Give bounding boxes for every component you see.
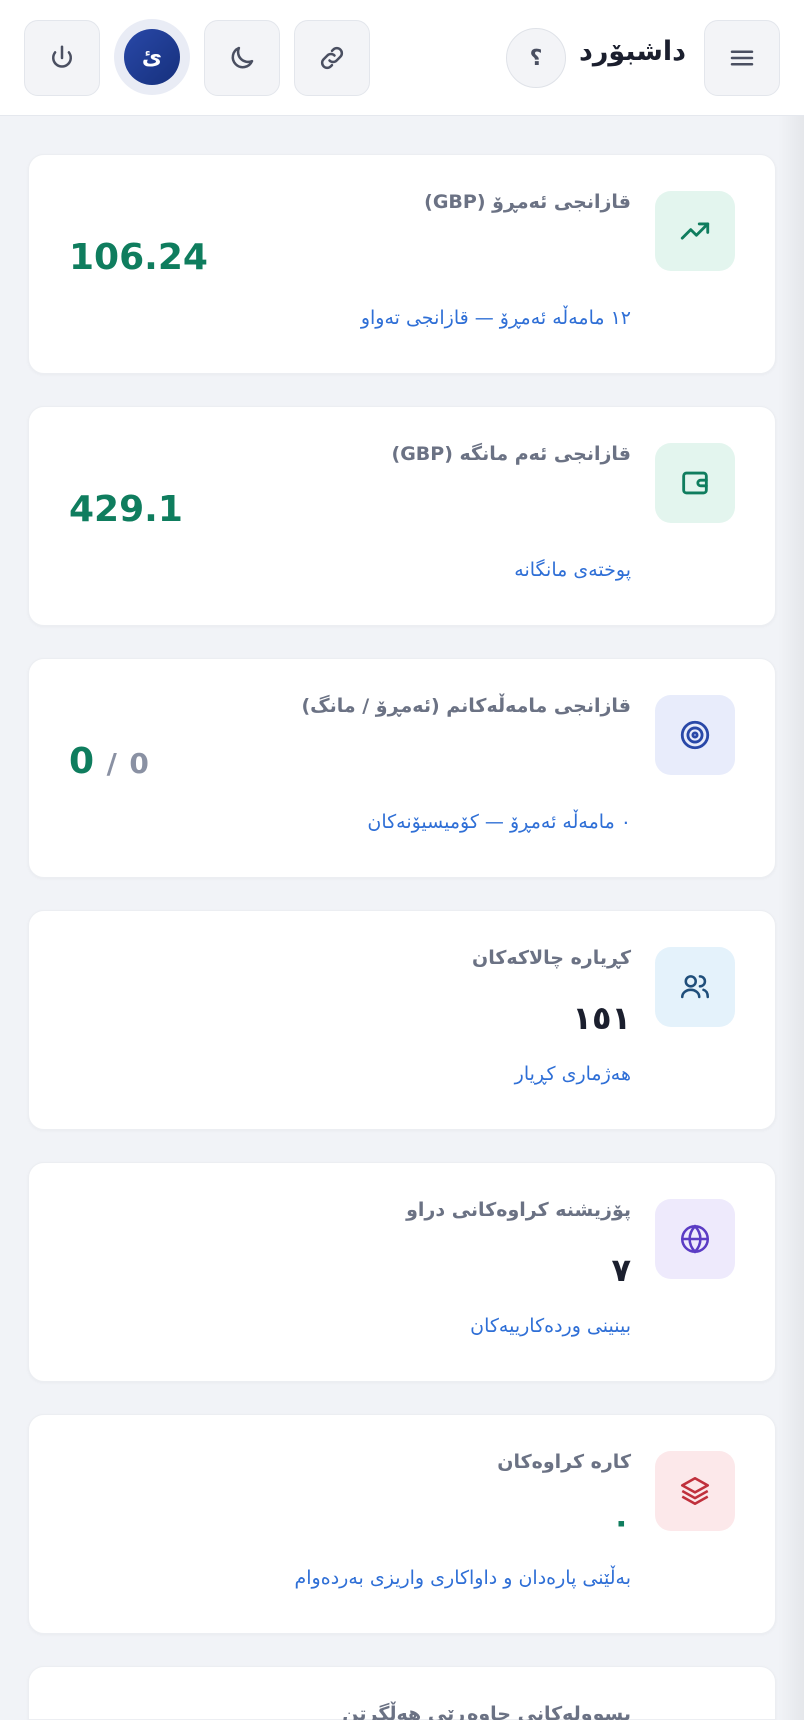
top-bar: ئ ؟ داشبۆرد bbox=[0, 0, 804, 116]
wallet-icon bbox=[682, 471, 708, 495]
help-button[interactable]: ؟ bbox=[506, 28, 566, 88]
layers-icon bbox=[680, 1476, 710, 1506]
card-link[interactable]: هەژماری کڕیار bbox=[71, 1063, 631, 1085]
trending-up-icon bbox=[680, 222, 710, 240]
card-icon-wrap bbox=[655, 695, 735, 775]
menu-button[interactable] bbox=[704, 20, 780, 96]
link-icon bbox=[320, 46, 344, 70]
stat-card-open-tasks: کارە کراوەکان ٠ بەڵێنی پارەدان و داواکار… bbox=[28, 1414, 776, 1634]
card-value-today: 0 bbox=[69, 741, 95, 782]
page-title: داشبۆرد bbox=[578, 36, 686, 67]
card-link[interactable]: ٠ مامەڵە ئەمڕۆ — کۆمیسیۆنەکان bbox=[71, 811, 631, 833]
stat-card-active-customers: کڕیارە چالاکەکان ١٥١ هەژماری کڕیار bbox=[28, 910, 776, 1130]
power-icon bbox=[52, 45, 72, 68]
card-icon-wrap bbox=[655, 1451, 735, 1531]
card-value: 0 / 0 bbox=[69, 741, 429, 782]
card-icon-wrap bbox=[655, 443, 735, 523]
card-title: پۆزیشنە کراوەکانی دراو bbox=[406, 1199, 631, 1221]
card-title: کارە کراوەکان bbox=[497, 1451, 631, 1473]
card-value-month: 0 bbox=[129, 747, 149, 780]
logout-button[interactable] bbox=[24, 20, 100, 96]
card-link[interactable]: پوختەی مانگانە bbox=[71, 559, 631, 581]
card-title: پسوولەکانی چاوەڕێی هەڵگرتن bbox=[342, 1703, 631, 1720]
avatar: ئ bbox=[124, 29, 180, 85]
theme-toggle-button[interactable] bbox=[204, 20, 280, 96]
target-icon bbox=[680, 720, 710, 750]
card-link[interactable]: ١٢ مامەڵە ئەمڕۆ — قازانجی تەواو bbox=[71, 307, 631, 329]
card-icon-wrap bbox=[655, 947, 735, 1027]
stat-card-profit-month: قازانجی ئەم مانگە (GBP) 429.1 پوختەی مان… bbox=[28, 406, 776, 626]
card-title: قازانجی ئەم مانگە (GBP) bbox=[391, 443, 632, 465]
moon-icon bbox=[231, 46, 254, 69]
card-title: قازانجی ئەمڕۆ (GBP) bbox=[424, 191, 631, 213]
card-icon-wrap bbox=[655, 191, 735, 271]
user-avatar-button[interactable]: ئ bbox=[114, 19, 190, 95]
card-value: ١٥١ bbox=[572, 999, 631, 1037]
card-value: 106.24 bbox=[69, 237, 208, 278]
stat-card-pending-receipts: پسوولەکانی چاوەڕێی هەڵگرتن bbox=[28, 1666, 776, 1720]
links-button[interactable] bbox=[294, 20, 370, 96]
stat-card-open-currency-positions: پۆزیشنە کراوەکانی دراو ٧ بینینی وردەکاری… bbox=[28, 1162, 776, 1382]
value-separator: / bbox=[106, 747, 117, 780]
card-value: ٠ bbox=[611, 1503, 631, 1541]
stat-card-my-deals-profit: قازانجی مامەڵەکانم (ئەمڕۆ / مانگ) 0 / 0 … bbox=[28, 658, 776, 878]
card-link[interactable]: بەڵێنی پارەدان و داواکاری واریزی بەردەوا… bbox=[71, 1567, 631, 1589]
stat-card-profit-today: قازانجی ئەمڕۆ (GBP) 106.24 ١٢ مامەڵە ئەم… bbox=[28, 154, 776, 374]
users-icon bbox=[680, 975, 710, 999]
card-link[interactable]: بینینی وردەکارییەکان bbox=[71, 1315, 631, 1337]
globe-icon bbox=[680, 1224, 710, 1254]
card-icon-wrap bbox=[655, 1199, 735, 1279]
scroll-edge bbox=[778, 116, 804, 1720]
card-value: ٧ bbox=[611, 1251, 631, 1289]
card-title: قازانجی مامەڵەکانم (ئەمڕۆ / مانگ) bbox=[301, 695, 631, 717]
menu-icon bbox=[730, 50, 754, 66]
card-title: کڕیارە چالاکەکان bbox=[472, 947, 631, 969]
card-value: 429.1 bbox=[69, 489, 183, 530]
